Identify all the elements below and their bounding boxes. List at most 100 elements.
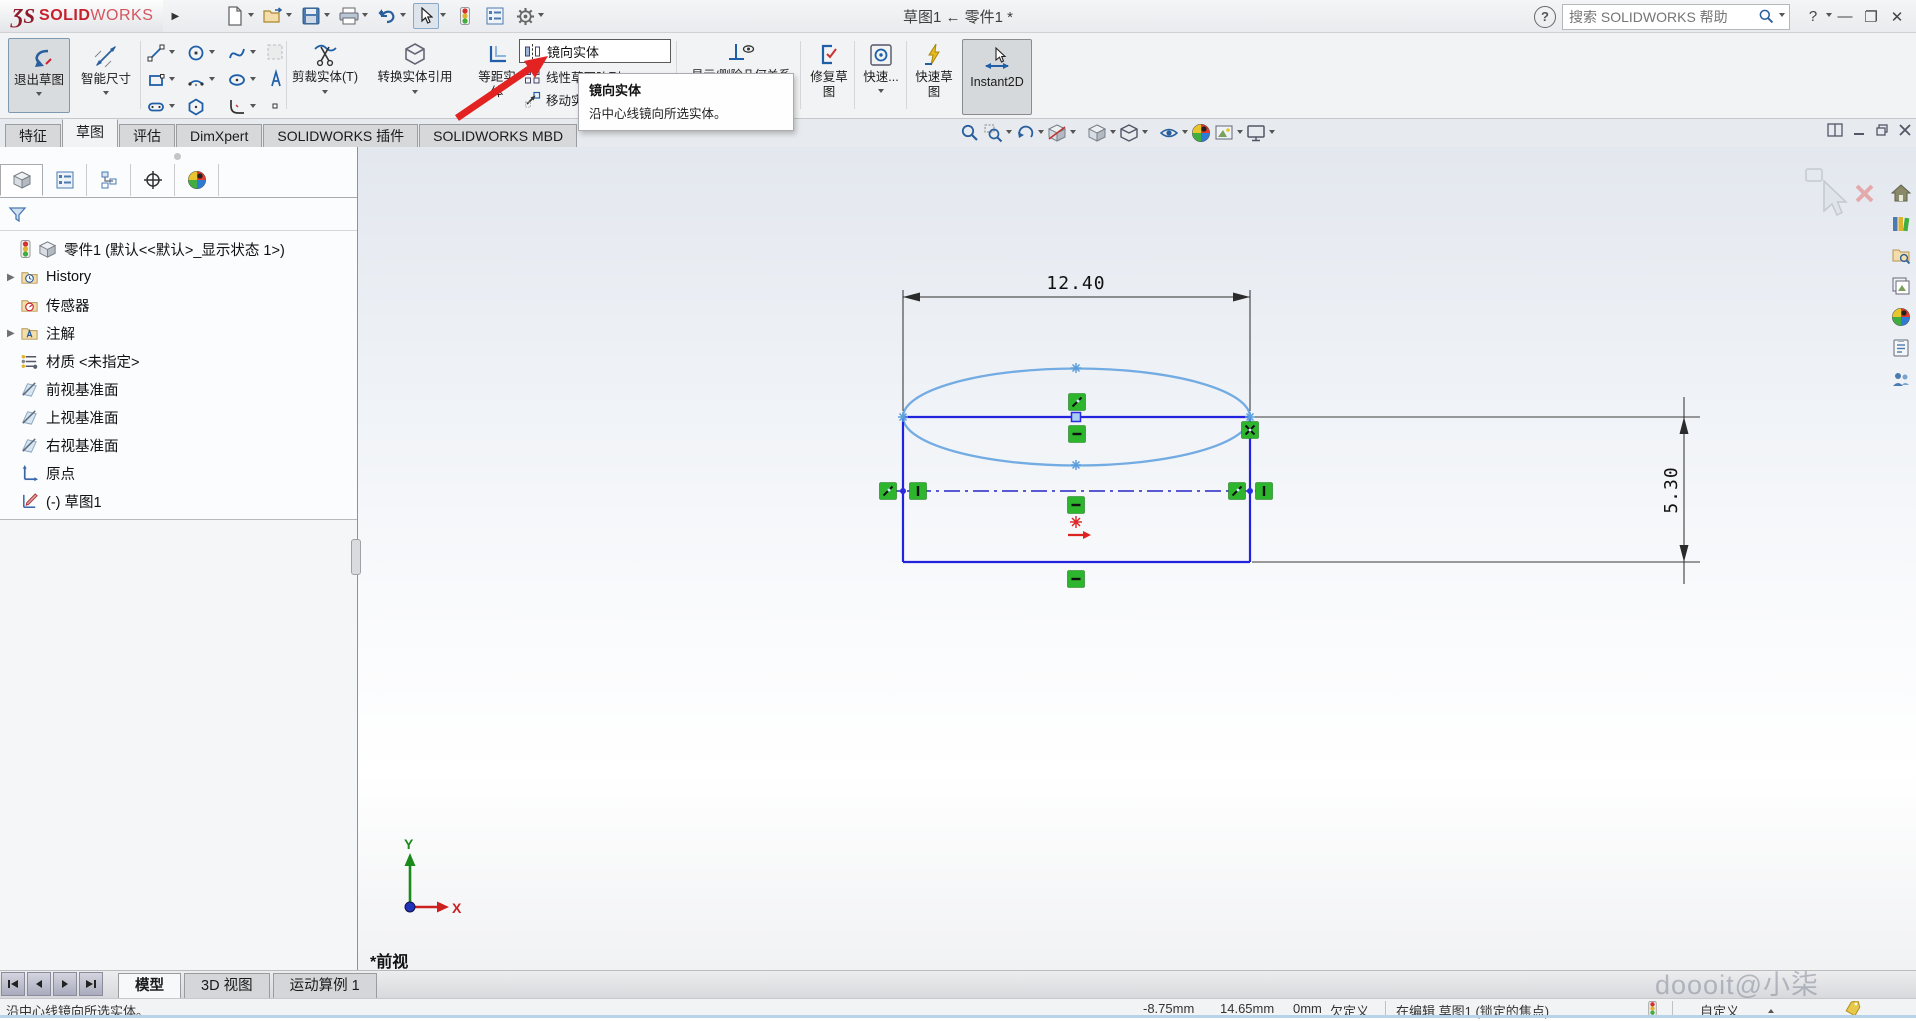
settings-gear-icon[interactable] (513, 4, 537, 28)
exit-sketch-button[interactable]: 退出草图 (8, 38, 70, 113)
split-pane-icon[interactable] (1827, 123, 1843, 142)
slot-caret-icon[interactable] (169, 103, 175, 111)
view-orientation-caret-icon[interactable] (1110, 129, 1116, 137)
edit-appearance-icon[interactable] (1191, 123, 1211, 143)
tree-item-annotations[interactable]: ▶ 注解 (0, 319, 357, 347)
options-list-icon[interactable] (483, 4, 507, 28)
restore-button[interactable]: ❐ (1858, 8, 1884, 26)
tree-item-history[interactable]: ▶ History (0, 263, 357, 291)
tab-model[interactable]: 模型 (118, 973, 181, 998)
polygon-tool-button[interactable] (186, 97, 206, 117)
rebuild-icon[interactable] (453, 4, 477, 28)
doc-minimize-icon[interactable] (1852, 123, 1866, 142)
previous-view-caret-icon[interactable] (1038, 129, 1044, 137)
offset-entities-button[interactable]: 等距实 体 (474, 43, 520, 113)
tab-display-manager[interactable] (175, 164, 219, 196)
tree-item-top-plane[interactable]: 上视基准面 (0, 403, 357, 431)
tree-item-material[interactable]: 材质 <未指定> (0, 347, 357, 375)
new-file-caret-icon[interactable] (248, 12, 255, 20)
custom-properties-icon[interactable] (1886, 332, 1916, 363)
trim-entities-button[interactable]: 剪裁实体(T) (292, 38, 358, 116)
arc-caret-icon[interactable] (209, 76, 215, 84)
dimension-width[interactable]: 12.40 (902, 273, 1251, 411)
tab-3d-views[interactable]: 3D 视图 (184, 973, 270, 998)
dimension-height-text[interactable]: 5.30 (1661, 466, 1682, 513)
close-button[interactable]: ✕ (1884, 8, 1910, 26)
file-explorer-icon[interactable] (1886, 239, 1916, 270)
sketch-canvas[interactable]: 12.40 5.30 Y X *前视 (358, 147, 1916, 970)
design-library-icon[interactable] (1886, 208, 1916, 239)
zoom-caret-icon[interactable] (1006, 129, 1012, 137)
view-orientation-icon[interactable] (1087, 123, 1107, 143)
convert-caret-icon[interactable] (412, 90, 418, 97)
select-tool-icon[interactable] (413, 3, 440, 29)
rectangle-caret-icon[interactable] (169, 76, 175, 84)
relation-horizontal-icon[interactable] (1068, 425, 1086, 443)
tree-item-right-plane[interactable]: 右视基准面 (0, 431, 357, 459)
centerline-endpoint[interactable] (900, 488, 906, 494)
open-file-icon[interactable] (261, 4, 285, 28)
tab-motion-study[interactable]: 运动算例 1 (272, 973, 377, 998)
ellipse-tool-button[interactable] (227, 70, 256, 90)
spline-caret-icon[interactable] (250, 49, 256, 57)
relation-intersection-icon[interactable] (1241, 421, 1259, 439)
panel-splitter-handle[interactable] (351, 539, 361, 575)
relation-horizontal-icon[interactable] (1067, 570, 1085, 588)
smart-dimension-button[interactable]: 智能尺寸 (76, 38, 136, 118)
mirror-entities-button[interactable]: 镜向实体 (519, 39, 671, 63)
sw-resources-home-icon[interactable] (1886, 177, 1916, 208)
line-tool-button[interactable] (146, 43, 175, 63)
tab-configuration-manager[interactable] (87, 164, 131, 196)
circle-tool-button[interactable] (186, 43, 215, 63)
selected-point-handle[interactable] (1070, 411, 1082, 423)
trim-caret-icon[interactable] (322, 90, 328, 97)
section-view-icon[interactable] (1047, 123, 1067, 143)
instant2d-button[interactable]: Instant2D (962, 39, 1032, 115)
relation-coincident-icon[interactable] (1228, 482, 1246, 500)
search-caret-icon[interactable] (1779, 13, 1785, 20)
tab-last-icon[interactable] (79, 972, 103, 996)
search-icon[interactable] (1758, 8, 1775, 25)
view-settings-icon[interactable] (1246, 123, 1266, 143)
centerline-endpoint[interactable] (1247, 488, 1253, 494)
tab-features[interactable]: 特征 (5, 124, 61, 148)
save-icon[interactable] (299, 4, 323, 28)
open-file-caret-icon[interactable] (286, 12, 293, 20)
view-palette-icon[interactable] (1886, 270, 1916, 301)
section-view-caret-icon[interactable] (1070, 129, 1076, 137)
tree-item-sensors[interactable]: 传感器 (0, 291, 357, 319)
tab-feature-tree[interactable] (0, 164, 43, 196)
minimize-button[interactable]: — (1832, 8, 1858, 25)
tree-item-origin[interactable]: 原点 (0, 459, 357, 487)
tab-evaluate[interactable]: 评估 (119, 124, 175, 148)
tab-dimxpert[interactable]: DimXpert (176, 124, 263, 148)
undo-caret-icon[interactable] (400, 12, 407, 20)
fillet-tool-button[interactable] (227, 97, 256, 117)
quick-snaps-caret-icon[interactable] (878, 89, 884, 96)
rectangle-tool-button[interactable] (146, 70, 175, 90)
view-settings-caret-icon[interactable] (1269, 129, 1275, 137)
tab-property-manager[interactable] (43, 164, 87, 196)
sketch-origin[interactable] (1068, 516, 1091, 539)
save-caret-icon[interactable] (324, 12, 331, 20)
panel-grip-icon[interactable] (174, 153, 181, 160)
help-button[interactable]: ? (1800, 8, 1826, 25)
status-custom-caret-icon[interactable] (1768, 1006, 1774, 1013)
tab-sw-addins[interactable]: SOLIDWORKS 插件 (263, 124, 419, 148)
hide-show-items-icon[interactable] (1159, 123, 1179, 143)
menu-flyout-icon[interactable]: ▶ (167, 4, 183, 28)
exit-sketch-caret-icon[interactable] (36, 92, 42, 99)
help-search-box[interactable] (1562, 3, 1790, 30)
repair-sketch-button[interactable]: 修复草 图 (804, 43, 854, 100)
expand-arrow-icon[interactable]: ▶ (7, 272, 20, 283)
tab-next-icon[interactable] (53, 972, 77, 996)
select-tool-caret-icon[interactable] (440, 12, 447, 20)
relation-vertical-icon[interactable] (1255, 482, 1273, 500)
tree-root-part[interactable]: 零件1 (默认<<默认>_显示状态 1>) (0, 235, 357, 263)
dimension-width-text[interactable]: 12.40 (1046, 273, 1105, 294)
circle-caret-icon[interactable] (209, 49, 215, 57)
print-caret-icon[interactable] (362, 12, 369, 20)
tree-filter-bar[interactable] (0, 198, 357, 231)
relation-coincident-icon[interactable] (879, 482, 897, 500)
zoom-fit-icon[interactable] (960, 123, 980, 143)
